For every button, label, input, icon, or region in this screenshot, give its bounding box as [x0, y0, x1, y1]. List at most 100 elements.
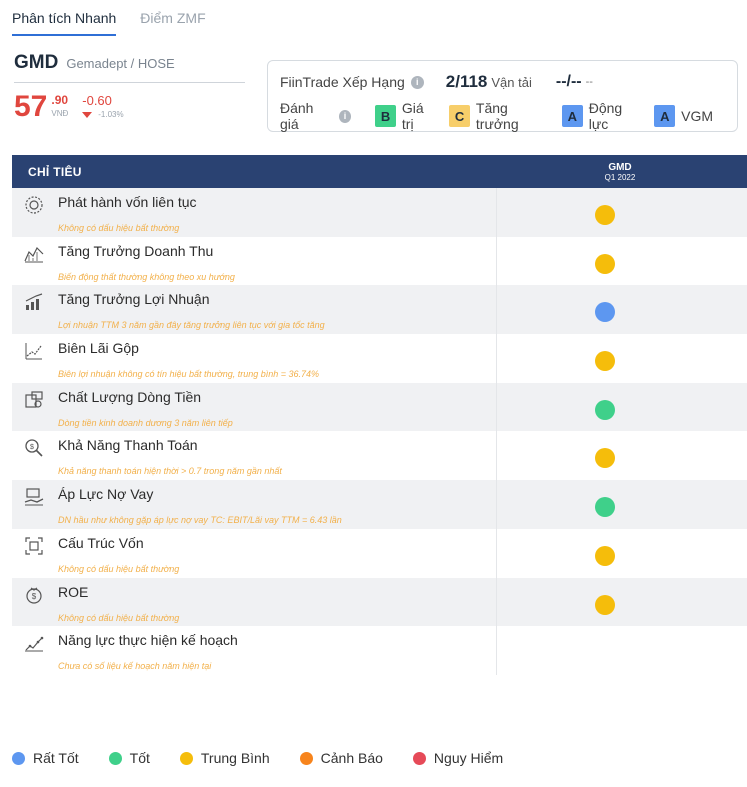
criteria-title: ROE — [58, 583, 89, 600]
table-row[interactable]: $ Khả Năng Thanh Toán Khả năng thanh toán … — [12, 431, 747, 481]
criteria-note: Biến động thất thường không theo xu hướn… — [58, 271, 235, 282]
info-icon[interactable]: i — [338, 109, 352, 123]
grade-badge-momentum: A — [561, 105, 583, 127]
status-cell — [497, 529, 747, 578]
status-cell — [497, 578, 747, 627]
price-unit: VNĐ — [51, 109, 69, 118]
grade-label-vgm: VGM — [681, 108, 714, 124]
growth-plan-icon — [24, 633, 44, 653]
ranking-label: FiinTrade Xếp Hạng — [280, 74, 405, 90]
legend-dot — [179, 751, 193, 765]
status-dot — [595, 302, 615, 323]
table-row[interactable]: Cấu Trúc Vốn Không có dấu hiệu bất thường — [12, 528, 747, 578]
criteria-cell: Chất Lượng Dòng Tiền Dòng tiền kinh doanh… — [12, 382, 497, 432]
column-ticker: GMD — [608, 161, 632, 173]
status-cell — [497, 480, 747, 529]
price-change-percent: -1.03% — [98, 110, 124, 119]
table-row[interactable]: Chất Lượng Dòng Tiền Dòng tiền kinh doanh… — [12, 382, 747, 432]
criteria-title: Tăng Trưởng Doanh Thu — [58, 242, 214, 259]
stock-header: GMD Gemadept / HOSE 57 .90 VNĐ -0.60 -1.… — [14, 52, 245, 123]
legend-label: Tốt — [129, 750, 150, 766]
criteria-note: DN hầu như không gặp áp lực nợ vay TC: E… — [58, 515, 342, 526]
criteria-cell: Phát hành vốn liên tục Không có dấu hiệu … — [12, 188, 497, 237]
gear-icon — [24, 195, 44, 215]
grade-badge-vgm: A — [654, 105, 676, 127]
status-dot — [595, 205, 615, 225]
table-row[interactable]: Áp Lực Nợ Vay DN hầu như không gặp áp lực… — [12, 480, 747, 529]
money-bag-icon: $ — [24, 585, 44, 605]
secondary-rank: --/-- — [555, 73, 582, 90]
legend-item: Tốt — [108, 750, 150, 766]
status-cell — [497, 237, 747, 286]
price-change: -0.60 — [82, 93, 112, 108]
grade-label-growth: Tăng trưởng — [475, 100, 519, 132]
debt-hand-icon — [24, 487, 44, 507]
criteria-title: Cấu Trúc Vốn — [58, 534, 144, 551]
table-row[interactable]: Tăng Trưởng Lợi Nhuận Lợi nhuận TTM 3 năm… — [12, 285, 747, 335]
ticker-column-header: GMD Q1 2022 — [580, 162, 660, 182]
legend-label: Rất Tốt — [33, 750, 79, 766]
status-dot — [595, 351, 615, 372]
status-cell — [497, 383, 747, 432]
criteria-cell: Biên Lãi Gộp Biên lợi nhuận không có tín … — [12, 334, 497, 383]
legend-item: Nguy Hiểm — [412, 750, 504, 766]
criteria-cell: Năng lực thực hiện kế hoạch Chưa có số li… — [12, 626, 497, 675]
tab-bar: Phân tích Nhanh Điểm ZMF — [12, 10, 206, 36]
status-cell — [497, 431, 747, 480]
criteria-cell: $ ROE Không có dấu hiệu bất thường — [12, 577, 497, 627]
tab-quick-analysis[interactable]: Phân tích Nhanh — [12, 10, 117, 36]
table-row[interactable]: Năng lực thực hiện kế hoạch Chưa có số li… — [12, 626, 747, 675]
status-dot — [595, 545, 615, 566]
criteria-note: Không có dấu hiệu bất thường — [58, 223, 180, 233]
price-decimal: .90 — [51, 93, 69, 107]
stock-ticker: GMD — [14, 52, 59, 73]
assessment-label: Đánh giá — [280, 100, 314, 132]
grade-badge-growth: C — [449, 105, 470, 127]
table-header: CHỈ TIÊU GMD Q1 2022 — [12, 155, 747, 188]
legend-label: Trung Bình — [200, 750, 270, 766]
status-cell — [497, 626, 747, 675]
status-cell — [497, 188, 747, 237]
legend-dot — [299, 751, 313, 765]
criteria-note: Không có dấu hiệu bất thường — [58, 563, 180, 574]
bar-growth-icon — [24, 292, 44, 312]
table-row[interactable]: Phát hành vốn liên tục Không có dấu hiệu … — [12, 188, 747, 237]
down-arrow-icon — [82, 111, 93, 118]
info-icon[interactable]: i — [410, 75, 424, 89]
grade-label-value: Giá trị — [401, 100, 424, 132]
structure-icon — [24, 536, 44, 556]
secondary-sector: -- — [585, 76, 593, 88]
status-legend: Rất Tốt Tốt Trung Bình Cảnh Báo Nguy Hiểm — [12, 750, 533, 766]
status-dot — [595, 594, 615, 615]
status-cell — [497, 334, 747, 383]
status-dot — [595, 448, 615, 469]
table-row[interactable]: Tăng Trưởng Doanh Thu Biến động thất thườ… — [12, 236, 747, 286]
grade-label-momentum: Động lực — [588, 100, 623, 132]
magnifier-coin-icon: $ — [24, 438, 44, 458]
status-dot — [595, 253, 615, 274]
area-chart-icon — [24, 244, 44, 264]
legend-dot — [12, 751, 25, 765]
status-dot — [595, 497, 615, 518]
criteria-table: CHỈ TIÊU GMD Q1 2022 Phát hành vốn liên … — [12, 155, 747, 675]
price-integer: 57 — [14, 90, 48, 123]
criteria-title: Áp Lực Nợ Vay — [58, 486, 154, 503]
grade-badge-value: B — [375, 105, 396, 127]
legend-dot — [108, 751, 122, 765]
criteria-title: Tăng Trưởng Lợi Nhuận — [58, 291, 210, 308]
criteria-note: Chưa có số liệu kế hoạch năm hiện tại — [58, 661, 212, 672]
table-row[interactable]: Biên Lãi Gộp Biên lợi nhuận không có tín … — [12, 334, 747, 383]
price-block: 57 .90 VNĐ -0.60 -1.03% — [14, 91, 245, 123]
criteria-cell: Cấu Trúc Vốn Không có dấu hiệu bất thường — [12, 528, 497, 578]
legend-label: Nguy Hiểm — [433, 750, 504, 766]
table-row[interactable]: $ ROE Không có dấu hiệu bất thường — [12, 577, 747, 627]
tab-zmf-score[interactable]: Điểm ZMF — [140, 10, 205, 36]
criteria-note: Khả năng thanh toán hiện thời > 0.7 tron… — [58, 466, 282, 477]
cash-flow-icon — [24, 390, 44, 410]
criteria-cell: Áp Lực Nợ Vay DN hầu như không gặp áp lực… — [12, 480, 497, 529]
criteria-title: Phát hành vốn liên tục — [58, 194, 197, 210]
legend-label: Cảnh Báo — [320, 750, 383, 766]
status-cell — [497, 285, 747, 334]
status-dot — [595, 399, 615, 420]
criteria-note: Không có dấu hiệu bất thường — [58, 612, 180, 623]
